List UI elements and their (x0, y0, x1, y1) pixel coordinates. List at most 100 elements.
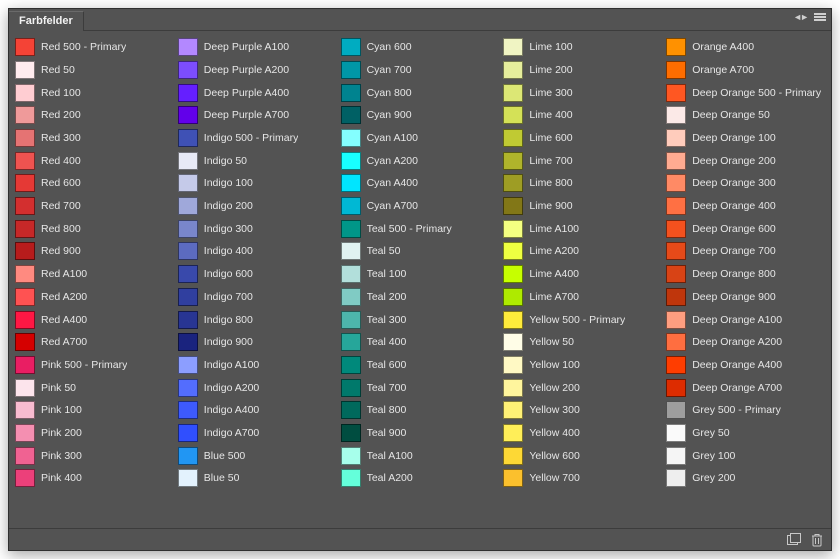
swatch-row[interactable]: Red 400 (15, 150, 174, 171)
swatch-row[interactable]: Pink 400 (15, 468, 174, 489)
new-swatch-icon[interactable] (787, 533, 801, 546)
panel-tab[interactable]: Farbfelder (9, 11, 84, 31)
swatch-row[interactable]: Red 500 - Primary (15, 37, 174, 58)
swatch-row[interactable]: Cyan A400 (341, 173, 500, 194)
swatch-row[interactable]: Lime A200 (503, 241, 662, 262)
swatch-row[interactable]: Grey 100 (666, 445, 825, 466)
delete-swatch-icon[interactable] (811, 533, 823, 547)
swatch-row[interactable]: Deep Orange 200 (666, 150, 825, 171)
swatch-row[interactable]: Red 600 (15, 173, 174, 194)
swatch-row[interactable]: Teal 100 (341, 264, 500, 285)
swatch-row[interactable]: Cyan A100 (341, 128, 500, 149)
swatch-row[interactable]: Grey 200 (666, 468, 825, 489)
swatch-row[interactable]: Orange A400 (666, 37, 825, 58)
swatch-row[interactable]: Red 700 (15, 196, 174, 217)
swatch-row[interactable]: Lime 700 (503, 150, 662, 171)
swatch-row[interactable]: Pink 300 (15, 445, 174, 466)
swatch-row[interactable]: Lime A400 (503, 264, 662, 285)
swatch-row[interactable]: Grey 500 - Primary (666, 400, 825, 421)
swatch-row[interactable]: Yellow 100 (503, 355, 662, 376)
swatch-row[interactable]: Teal 50 (341, 241, 500, 262)
swatch-row[interactable]: Yellow 200 (503, 377, 662, 398)
swatch-row[interactable]: Teal 400 (341, 332, 500, 353)
swatch-row[interactable]: Yellow 400 (503, 423, 662, 444)
swatch-row[interactable]: Indigo 700 (178, 287, 337, 308)
swatch-row[interactable]: Yellow 700 (503, 468, 662, 489)
swatch-row[interactable]: Yellow 500 - Primary (503, 309, 662, 330)
flyout-menu-icon[interactable] (813, 11, 827, 23)
swatch-row[interactable]: Deep Orange A400 (666, 355, 825, 376)
swatch-row[interactable]: Deep Orange 700 (666, 241, 825, 262)
swatch-row[interactable]: Deep Orange A700 (666, 377, 825, 398)
swatch-row[interactable]: Cyan 700 (341, 60, 500, 81)
swatch-row[interactable]: Red A700 (15, 332, 174, 353)
swatch-row[interactable]: Lime 200 (503, 60, 662, 81)
swatch-row[interactable]: Red 200 (15, 105, 174, 126)
swatch-row[interactable]: Pink 200 (15, 423, 174, 444)
swatch-row[interactable]: Lime 400 (503, 105, 662, 126)
swatch-row[interactable]: Indigo 600 (178, 264, 337, 285)
swatch-row[interactable]: Teal 900 (341, 423, 500, 444)
swatch-row[interactable]: Blue 50 (178, 468, 337, 489)
swatch-row[interactable]: Cyan 600 (341, 37, 500, 58)
collapse-icon[interactable]: ◄► (793, 12, 807, 22)
swatch-row[interactable]: Teal 800 (341, 400, 500, 421)
swatch-row[interactable]: Teal 500 - Primary (341, 219, 500, 240)
swatch-row[interactable]: Lime 600 (503, 128, 662, 149)
swatch-row[interactable]: Indigo 100 (178, 173, 337, 194)
swatch-row[interactable]: Pink 500 - Primary (15, 355, 174, 376)
swatch-row[interactable]: Indigo 300 (178, 219, 337, 240)
swatch-row[interactable]: Red 900 (15, 241, 174, 262)
swatch-row[interactable]: Deep Orange 100 (666, 128, 825, 149)
swatch-row[interactable]: Indigo A200 (178, 377, 337, 398)
swatch-row[interactable]: Deep Orange 800 (666, 264, 825, 285)
swatch-row[interactable]: Deep Orange 600 (666, 219, 825, 240)
swatch-row[interactable]: Yellow 600 (503, 445, 662, 466)
swatch-row[interactable]: Lime 900 (503, 196, 662, 217)
swatch-row[interactable]: Red A100 (15, 264, 174, 285)
swatch-row[interactable]: Yellow 50 (503, 332, 662, 353)
swatch-row[interactable]: Indigo 500 - Primary (178, 128, 337, 149)
swatch-row[interactable]: Teal A200 (341, 468, 500, 489)
swatch-row[interactable]: Deep Orange 300 (666, 173, 825, 194)
swatch-row[interactable]: Deep Orange 50 (666, 105, 825, 126)
swatch-row[interactable]: Deep Orange 500 - Primary (666, 82, 825, 103)
swatch-row[interactable]: Deep Purple A100 (178, 37, 337, 58)
swatch-row[interactable]: Lime 800 (503, 173, 662, 194)
swatch-row[interactable]: Deep Orange 900 (666, 287, 825, 308)
swatch-row[interactable]: Pink 100 (15, 400, 174, 421)
swatch-row[interactable]: Deep Purple A400 (178, 82, 337, 103)
swatch-row[interactable]: Deep Purple A700 (178, 105, 337, 126)
swatch-row[interactable]: Red 100 (15, 82, 174, 103)
swatch-row[interactable]: Orange A700 (666, 60, 825, 81)
swatch-row[interactable]: Teal 600 (341, 355, 500, 376)
swatch-row[interactable]: Teal 700 (341, 377, 500, 398)
swatch-row[interactable]: Deep Purple A200 (178, 60, 337, 81)
swatch-row[interactable]: Cyan A200 (341, 150, 500, 171)
swatch-row[interactable]: Indigo A100 (178, 355, 337, 376)
swatch-row[interactable]: Cyan 900 (341, 105, 500, 126)
swatch-row[interactable]: Indigo 200 (178, 196, 337, 217)
swatch-row[interactable]: Lime A700 (503, 287, 662, 308)
swatch-row[interactable]: Cyan A700 (341, 196, 500, 217)
swatch-row[interactable]: Pink 50 (15, 377, 174, 398)
swatch-row[interactable]: Yellow 300 (503, 400, 662, 421)
swatch-row[interactable]: Indigo 800 (178, 309, 337, 330)
swatch-row[interactable]: Red A400 (15, 309, 174, 330)
swatch-row[interactable]: Cyan 800 (341, 82, 500, 103)
swatch-row[interactable]: Teal A100 (341, 445, 500, 466)
swatch-row[interactable]: Red 800 (15, 219, 174, 240)
swatch-row[interactable]: Deep Orange A200 (666, 332, 825, 353)
swatch-row[interactable]: Blue 500 (178, 445, 337, 466)
swatch-row[interactable]: Deep Orange 400 (666, 196, 825, 217)
swatch-row[interactable]: Red A200 (15, 287, 174, 308)
swatch-row[interactable]: Indigo 400 (178, 241, 337, 262)
swatch-row[interactable]: Indigo A400 (178, 400, 337, 421)
swatch-row[interactable]: Grey 50 (666, 423, 825, 444)
swatch-row[interactable]: Teal 200 (341, 287, 500, 308)
swatch-row[interactable]: Lime 300 (503, 82, 662, 103)
swatch-row[interactable]: Red 300 (15, 128, 174, 149)
swatch-row[interactable]: Lime A100 (503, 219, 662, 240)
swatch-row[interactable]: Indigo 900 (178, 332, 337, 353)
swatch-row[interactable]: Indigo 50 (178, 150, 337, 171)
